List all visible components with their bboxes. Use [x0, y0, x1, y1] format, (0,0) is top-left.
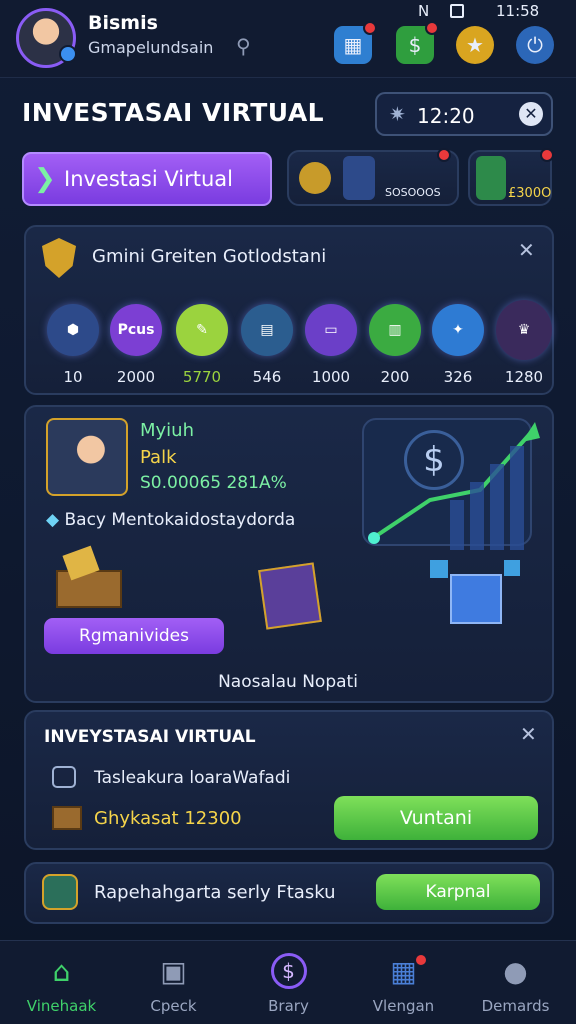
- user-icon: ●: [503, 954, 528, 988]
- coin-value: 200: [380, 368, 410, 386]
- gift-box-icon: [258, 562, 322, 630]
- crown-icon[interactable]: ♛: [496, 300, 552, 360]
- coin-value: 326: [443, 368, 473, 386]
- portfolio-label: Palk: [140, 447, 177, 468]
- bar-chart-icon[interactable]: ▥: [369, 304, 421, 356]
- status-time: 11:58: [496, 2, 540, 20]
- nav-label: Vinehaak: [26, 997, 97, 1015]
- card-value: £300O: [508, 186, 552, 201]
- ticket-icon[interactable]: ▭: [305, 304, 357, 356]
- gold-medal-icon[interactable]: ★: [456, 26, 494, 64]
- coin-value: 1000: [311, 368, 351, 386]
- offer-text: Rapehahgarta serly Ftasku: [94, 882, 336, 903]
- portfolio-label: Myiuh: [140, 420, 194, 441]
- nav-item-home[interactable]: ⌂ Vinehaak: [4, 941, 119, 1024]
- timer-box: ✷ 12:20 ✕: [375, 92, 553, 136]
- portfolio-button[interactable]: Rgmanivides: [44, 618, 224, 654]
- treasure-chest-icon: [56, 545, 126, 610]
- nav-item-profile[interactable]: ● Demards: [458, 941, 573, 1024]
- chest-icon: [52, 806, 82, 830]
- nav-label: Brary: [268, 997, 309, 1015]
- coin-value: 1280: [504, 368, 544, 386]
- portfolio-amount: S0.00065 281A%: [140, 473, 287, 493]
- battery-icon: [450, 4, 464, 18]
- power-icon[interactable]: ⏻: [516, 26, 554, 64]
- cube-stack-icon: [430, 556, 520, 628]
- globe-icon: [42, 874, 78, 910]
- page-title: INVESTASAI VIRTUAL: [22, 98, 325, 127]
- bottom-nav: ⌂ Vinehaak ▣ Cpeck $ Brary ▦ Vlengan ● D…: [0, 940, 576, 1024]
- portfolio-caption: Naosalau Nopati: [218, 672, 358, 692]
- coin-value: 546: [252, 368, 282, 386]
- settings-icon: ✷: [389, 102, 406, 126]
- growth-arrow-icon: [368, 422, 540, 550]
- notification-dot: [437, 148, 451, 162]
- notification-dot: [540, 148, 554, 162]
- offer-button[interactable]: Karpnal: [376, 874, 540, 910]
- rewards-title: Gmini Greiten Gotlodstani: [92, 246, 327, 267]
- pcus-coin[interactable]: Pcus: [110, 304, 162, 356]
- status-signal: N: [418, 2, 430, 20]
- coin-value: 2000: [116, 368, 156, 386]
- avatar[interactable]: [16, 8, 77, 68]
- boxes-icon: ▣: [160, 954, 187, 988]
- nav-item-check[interactable]: ▣ Cpeck: [116, 941, 231, 1024]
- nav-item-library[interactable]: $ Brary: [231, 941, 346, 1024]
- close-icon[interactable]: ✕: [519, 102, 543, 126]
- coin-value: 5770: [182, 368, 222, 386]
- tab-card-money[interactable]: £300O: [468, 148, 554, 206]
- description-text: Bacy Mentokaidostaydorda: [64, 510, 296, 530]
- investment-row-text: Tasleakura loaraWafadi: [94, 768, 291, 788]
- close-icon[interactable]: ✕: [520, 722, 537, 746]
- nav-item-calendar[interactable]: ▦ Vlengan: [346, 941, 461, 1024]
- investment-amount: Ghykasat 12300: [94, 808, 242, 829]
- tab-card-profile[interactable]: SOSOOOS: [287, 148, 459, 206]
- card-value: SOSOOOS: [385, 186, 441, 199]
- verified-badge-icon: [59, 45, 77, 63]
- tab-investasi-virtual[interactable]: ❯ Investasi Virtual: [22, 152, 272, 206]
- calendar-icon: ▦: [386, 953, 428, 989]
- coin-label: Pcus: [117, 322, 155, 338]
- money-icon[interactable]: $: [396, 21, 439, 64]
- person-icon: [343, 156, 375, 200]
- nav-label: Demards: [481, 997, 550, 1015]
- nav-label: Cpeck: [150, 997, 197, 1015]
- compass-icon[interactable]: ✦: [432, 304, 484, 356]
- pencil-icon[interactable]: ✎: [176, 304, 228, 356]
- calculator-icon[interactable]: ▦: [334, 21, 377, 64]
- portfolio-description: ◆ Bacy Mentokaidostaydorda: [46, 510, 295, 530]
- home-icon: ⌂: [52, 954, 71, 988]
- gold-bars-icon[interactable]: ⬢: [47, 304, 99, 356]
- shield-icon: [52, 766, 76, 788]
- avatar: [46, 418, 128, 496]
- nav-label: Vlengan: [372, 997, 435, 1015]
- person-icon: [476, 156, 506, 200]
- chevron-right-icon: ❯: [34, 164, 56, 194]
- timer-text: 12:20: [417, 104, 475, 128]
- profile-subtitle: Gmapelundsain: [88, 38, 214, 57]
- compass-icon: [299, 162, 331, 194]
- investment-title: INVEYSTASAI VIRTUAL: [44, 727, 256, 747]
- coin-purse-icon: $: [270, 953, 307, 989]
- cube-stack-icon[interactable]: ▤: [241, 304, 293, 356]
- invest-button[interactable]: Vuntani: [334, 796, 538, 840]
- diamond-icon: ◆: [46, 510, 65, 530]
- search-icon[interactable]: ⚲: [236, 34, 251, 58]
- coin-value: 10: [63, 368, 83, 386]
- profile-name: Bismis: [88, 12, 158, 34]
- close-icon[interactable]: ✕: [518, 238, 535, 262]
- tab-label: Investasi Virtual: [64, 167, 233, 191]
